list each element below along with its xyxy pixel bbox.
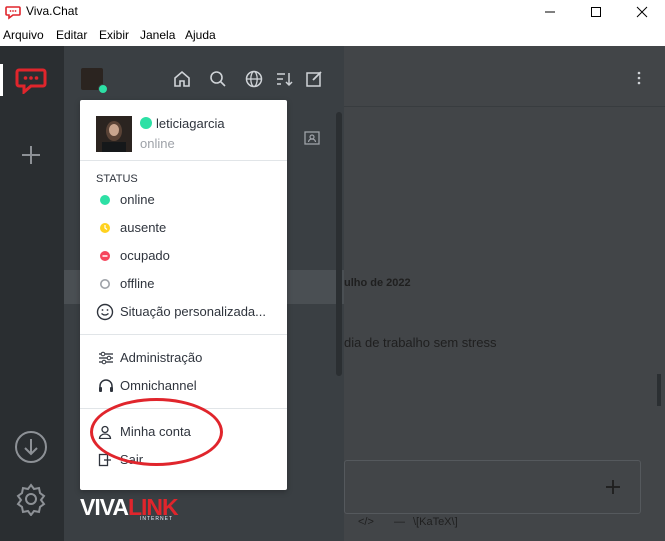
brand-logo-sub: INTERNET bbox=[140, 516, 173, 522]
server-chat-icon[interactable] bbox=[15, 66, 47, 94]
status-custom-label: Situação personalizada... bbox=[120, 304, 266, 319]
menu-janela[interactable]: Janela bbox=[140, 28, 175, 42]
rail-active-indicator bbox=[0, 64, 3, 96]
smiley-icon bbox=[96, 303, 114, 321]
status-offline-label: offline bbox=[120, 276, 155, 291]
minimize-button[interactable] bbox=[527, 0, 573, 24]
divider bbox=[80, 160, 287, 161]
close-button[interactable] bbox=[619, 0, 665, 24]
app-logo-icon bbox=[5, 6, 21, 20]
maximize-button[interactable] bbox=[573, 0, 619, 24]
main-scrollbar[interactable] bbox=[657, 374, 661, 406]
date-separator: ulho de 2022 bbox=[344, 277, 411, 289]
create-new-icon[interactable] bbox=[305, 70, 323, 88]
home-icon[interactable] bbox=[173, 70, 191, 88]
add-server-icon[interactable] bbox=[20, 144, 42, 166]
user-online-dot bbox=[140, 117, 152, 129]
avatar-photo-icon bbox=[96, 116, 132, 152]
close-icon bbox=[636, 6, 648, 18]
sliders-icon bbox=[99, 351, 113, 365]
away-clock-icon bbox=[100, 223, 110, 233]
download-icon[interactable] bbox=[14, 430, 48, 464]
message-text: dia de trabalho sem stress bbox=[344, 335, 497, 350]
headset-icon bbox=[99, 379, 113, 392]
main-header-divider bbox=[344, 106, 665, 107]
highlight-circle-annotation bbox=[90, 398, 223, 466]
online-dot-icon bbox=[100, 195, 110, 205]
sort-icon[interactable] bbox=[275, 70, 293, 88]
user-name: leticiagarcia bbox=[156, 116, 225, 131]
omnichannel-label: Omnichannel bbox=[120, 378, 197, 393]
busy-icon bbox=[100, 251, 110, 261]
contact-card-icon[interactable] bbox=[304, 130, 320, 146]
window-title: Viva.Chat bbox=[26, 4, 78, 18]
message-composer[interactable] bbox=[344, 460, 641, 514]
katex-hint: \[KaTeX\] bbox=[413, 516, 458, 528]
sidebar-scrollbar[interactable] bbox=[336, 112, 342, 376]
user-status-text: online bbox=[140, 136, 175, 151]
search-icon[interactable] bbox=[209, 70, 227, 88]
status-section-title: STATUS bbox=[96, 173, 138, 185]
menu-exibir[interactable]: Exibir bbox=[99, 28, 129, 42]
title-bar: Viva.Chat bbox=[0, 0, 665, 24]
status-custom[interactable]: Situação personalizada... bbox=[80, 298, 287, 326]
maximize-icon bbox=[591, 7, 601, 17]
directory-globe-icon[interactable] bbox=[245, 70, 263, 88]
status-online-label: online bbox=[120, 192, 155, 207]
menu-arquivo[interactable]: Arquivo bbox=[3, 28, 44, 42]
status-away-label: ausente bbox=[120, 220, 167, 235]
menu-bar: Arquivo Editar Exibir Janela Ajuda bbox=[0, 25, 665, 45]
menu-administracao[interactable]: Administração bbox=[80, 344, 287, 372]
status-busy[interactable]: ocupado bbox=[80, 242, 287, 270]
menu-omnichannel[interactable]: Omnichannel bbox=[80, 372, 287, 400]
status-busy-label: ocupado bbox=[120, 248, 170, 263]
administracao-label: Administração bbox=[120, 350, 203, 365]
user-info: leticiagarcia online bbox=[80, 100, 287, 160]
offline-ring-icon bbox=[100, 279, 110, 289]
code-icon[interactable]: </> bbox=[358, 516, 374, 528]
status-online[interactable]: online bbox=[80, 186, 287, 214]
status-offline[interactable]: offline bbox=[80, 270, 287, 298]
settings-gear-icon[interactable] bbox=[14, 482, 48, 516]
server-rail bbox=[0, 46, 64, 541]
sidebar-avatar-status-dot bbox=[98, 84, 108, 94]
dash-icon: — bbox=[394, 516, 405, 528]
kebab-menu-icon[interactable] bbox=[636, 70, 642, 86]
status-away[interactable]: ausente bbox=[80, 214, 287, 242]
user-avatar bbox=[96, 116, 132, 152]
divider bbox=[80, 334, 287, 335]
menu-editar[interactable]: Editar bbox=[56, 28, 87, 42]
minimize-icon bbox=[545, 11, 555, 13]
menu-ajuda[interactable]: Ajuda bbox=[185, 28, 216, 42]
